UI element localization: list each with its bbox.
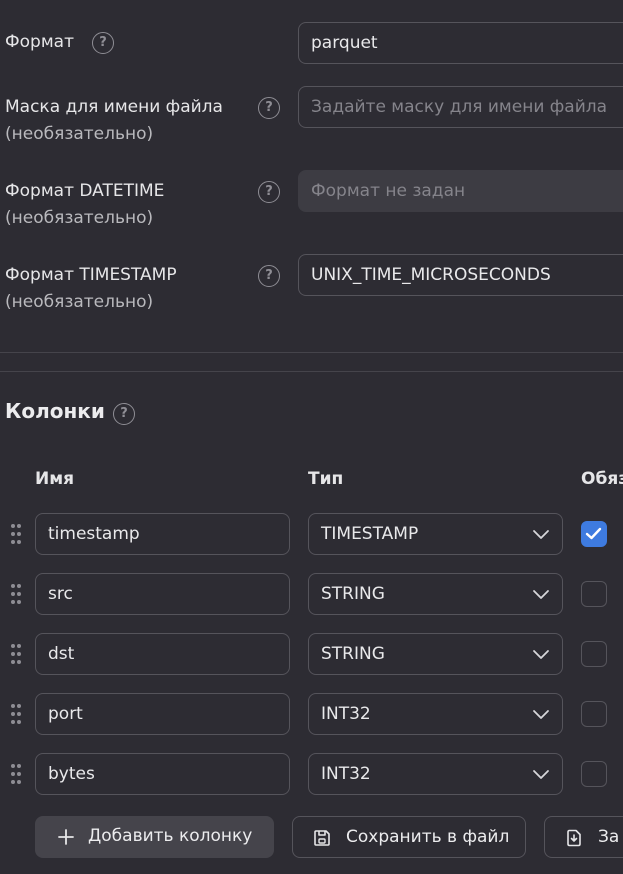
drag-handle-icon[interactable] [10, 583, 24, 605]
load-from-file-button[interactable]: За [544, 816, 623, 858]
chevron-down-icon [533, 530, 549, 539]
column-type-select[interactable]: TIMESTAMP [308, 513, 563, 555]
columns-title: Колонки [5, 399, 105, 423]
drag-handle-icon[interactable] [10, 703, 24, 725]
datetime-format-optional: (необязательно) [5, 208, 154, 228]
column-type-value: TIMESTAMP [321, 524, 419, 544]
chevron-down-icon [533, 770, 549, 779]
column-required-checkbox[interactable] [581, 761, 607, 787]
checkmark-icon [585, 527, 602, 540]
timestamp-format-input[interactable]: UNIX_TIME_MICROSECONDS [298, 254, 623, 296]
column-type-select[interactable]: STRING [308, 573, 563, 615]
drag-handle-icon[interactable] [10, 643, 24, 665]
divider [0, 352, 623, 353]
column-header-required: Обяз [581, 469, 623, 489]
column-required-checkbox[interactable] [581, 581, 607, 607]
file-mask-optional: (необязательно) [5, 124, 154, 144]
timestamp-format-help-icon[interactable]: ? [258, 265, 280, 287]
timestamp-format-label: Формат TIMESTAMP (необязательно) [5, 262, 177, 316]
column-name-input[interactable]: bytes [35, 753, 290, 795]
add-column-button[interactable]: Добавить колонку [35, 816, 274, 858]
save-to-file-label: Сохранить в файл [346, 827, 510, 847]
format-label: Формат [5, 32, 74, 52]
file-mask-label-text: Маска для имени файла [5, 97, 223, 117]
datetime-format-label: Формат DATETIME (необязательно) [5, 178, 164, 232]
add-column-label: Добавить колонку [88, 826, 253, 846]
column-name-input[interactable]: src [35, 573, 290, 615]
column-type-select[interactable]: INT32 [308, 753, 563, 795]
column-type-value: INT32 [321, 764, 371, 784]
timestamp-format-label-text: Формат TIMESTAMP [5, 265, 177, 285]
column-type-value: STRING [321, 644, 385, 664]
divider [0, 371, 623, 372]
column-required-checkbox[interactable] [581, 701, 607, 727]
file-mask-label: Маска для имени файла (необязательно) [5, 94, 223, 148]
drag-handle-icon[interactable] [10, 523, 24, 545]
page: Формат ? parquet Маска для имени файла (… [0, 0, 623, 874]
column-name-input[interactable]: port [35, 693, 290, 735]
column-type-select[interactable]: INT32 [308, 693, 563, 735]
column-type-value: STRING [321, 584, 385, 604]
datetime-format-label-text: Формат DATETIME [5, 181, 165, 201]
load-from-file-label: За [598, 827, 620, 847]
format-help-icon[interactable]: ? [92, 32, 114, 54]
column-required-checkbox[interactable] [581, 521, 607, 547]
chevron-down-icon [533, 590, 549, 599]
file-mask-help-icon[interactable]: ? [258, 97, 280, 119]
column-header-name: Имя [35, 469, 75, 489]
datetime-format-input[interactable]: Формат не задан [298, 170, 623, 212]
columns-help-icon[interactable]: ? [113, 403, 135, 425]
column-type-select[interactable]: STRING [308, 633, 563, 675]
file-import-icon [567, 829, 581, 847]
format-field[interactable]: parquet [298, 22, 623, 64]
column-name-input[interactable]: timestamp [35, 513, 290, 555]
column-type-value: INT32 [321, 704, 371, 724]
column-required-checkbox[interactable] [581, 641, 607, 667]
floppy-disk-icon [314, 830, 330, 846]
plus-icon [58, 829, 74, 845]
column-name-input[interactable]: dst [35, 633, 290, 675]
datetime-format-help-icon[interactable]: ? [258, 181, 280, 203]
chevron-down-icon [533, 710, 549, 719]
save-to-file-button[interactable]: Сохранить в файл [292, 816, 526, 858]
column-header-type: Тип [308, 469, 344, 489]
timestamp-format-optional: (необязательно) [5, 292, 154, 312]
drag-handle-icon[interactable] [10, 763, 24, 785]
chevron-down-icon [533, 650, 549, 659]
file-mask-input[interactable]: Задайте маску для имени файла [298, 86, 623, 128]
